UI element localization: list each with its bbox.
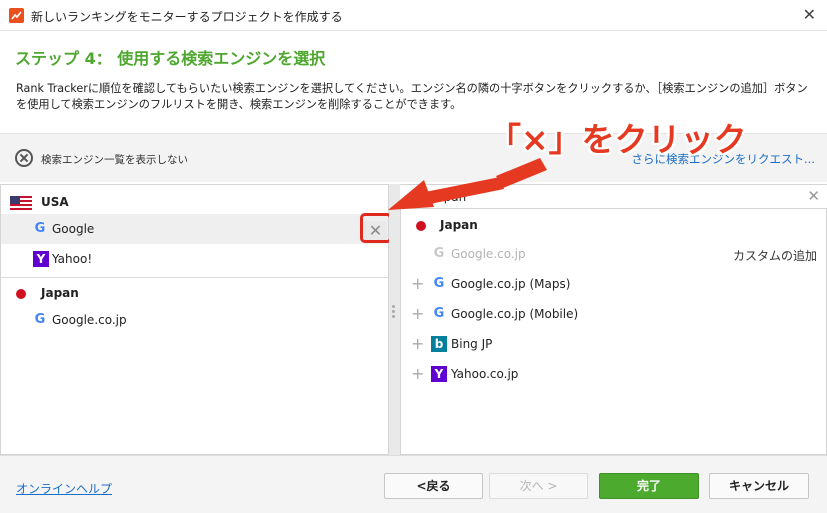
engine-label: Bing JP	[451, 337, 493, 351]
splitter-grip	[392, 305, 396, 321]
next-button[interactable]: 次へ >	[489, 473, 588, 499]
engine-label: Google.co.jp	[451, 247, 526, 261]
title-bar: 新しいランキングをモニターするプロジェクトを作成する ✕	[0, 0, 827, 31]
country-row-usa: USA	[1, 187, 388, 217]
plus-icon[interactable]: +	[411, 276, 424, 292]
engine-row-bing-jp[interactable]: + b Bing JP	[401, 329, 826, 359]
engine-row-yahoo-co-jp[interactable]: + Y Yahoo.co.jp	[401, 359, 826, 389]
google-icon: G	[433, 306, 445, 321]
plus-icon[interactable]: +	[411, 336, 424, 352]
annotation-label: 「×」をクリック	[488, 120, 747, 159]
engine-row-google-mobile[interactable]: + G Google.co.jp (Mobile)	[401, 299, 826, 329]
hide-list-label[interactable]: 検索エンジン一覧を表示しない	[41, 152, 188, 167]
online-help-link[interactable]: オンラインヘルプ	[16, 480, 112, 497]
country-row-japan: Japan	[1, 278, 388, 308]
engine-label: Yahoo.co.jp	[451, 367, 519, 381]
search-value: japan	[433, 190, 467, 204]
cancel-button[interactable]: キャンセル	[709, 473, 809, 499]
engine-label: Google	[52, 222, 95, 236]
google-icon: G	[34, 312, 46, 327]
close-icon[interactable]: ✕	[803, 6, 816, 24]
us-flag-icon	[10, 196, 32, 210]
engine-label: Yahoo!	[52, 252, 93, 266]
engine-row-yahoo[interactable]: Y Yahoo!	[1, 244, 388, 274]
clear-icon[interactable]: ✕	[807, 187, 820, 205]
engine-row-google-co-jp[interactable]: G Google.co.jp	[1, 305, 388, 335]
step-title: ステップ 4： 使用する検索エンジンを選択	[15, 49, 326, 68]
back-button[interactable]: <戻る	[384, 473, 483, 499]
available-engines-panel: Japan G Google.co.jp カスタムの追加 + G Google.…	[400, 184, 827, 455]
hide-list-icon[interactable]	[15, 149, 33, 167]
finish-button[interactable]: 完了	[599, 473, 699, 499]
engine-row-google-maps[interactable]: + G Google.co.jp (Maps)	[401, 269, 826, 299]
yahoo-icon: Y	[431, 366, 447, 382]
bing-icon: b	[431, 336, 447, 352]
yahoo-icon: Y	[33, 251, 49, 267]
engine-row-google[interactable]: G Google	[1, 214, 388, 244]
plus-icon[interactable]: +	[411, 366, 424, 382]
country-row-japan: Japan	[401, 210, 826, 240]
google-icon: G	[433, 246, 445, 261]
wizard-footer: オンラインヘルプ <戻る 次へ > 完了 キャンセル	[0, 455, 827, 513]
engine-search-input[interactable]: japan ✕	[400, 185, 827, 209]
country-label: Japan	[440, 218, 478, 232]
app-icon	[9, 8, 24, 23]
jp-flag-icon	[410, 219, 432, 233]
step-description: Rank Trackerに順位を確認してもらいたい検索エンジンを選択してください…	[16, 82, 808, 111]
window-title: 新しいランキングをモニターするプロジェクトを作成する	[31, 10, 343, 24]
selected-engines-panel: USA G Google Y Yahoo! Japan G Google.co.…	[0, 184, 389, 455]
plus-icon[interactable]: +	[411, 306, 424, 322]
country-label: USA	[41, 195, 69, 209]
engine-label: Google.co.jp	[52, 313, 127, 327]
remove-button-highlight	[360, 213, 392, 243]
engine-label: Google.co.jp (Mobile)	[451, 307, 579, 321]
panel-splitter[interactable]	[389, 184, 400, 455]
google-icon: G	[34, 221, 46, 236]
engine-label: Google.co.jp (Maps)	[451, 277, 571, 291]
engine-row-google-co-jp-added: G Google.co.jp カスタムの追加	[401, 239, 826, 269]
custom-add-link[interactable]: カスタムの追加	[733, 247, 817, 264]
google-icon: G	[433, 276, 445, 291]
jp-flag-icon	[10, 287, 32, 301]
country-label: Japan	[41, 286, 79, 300]
